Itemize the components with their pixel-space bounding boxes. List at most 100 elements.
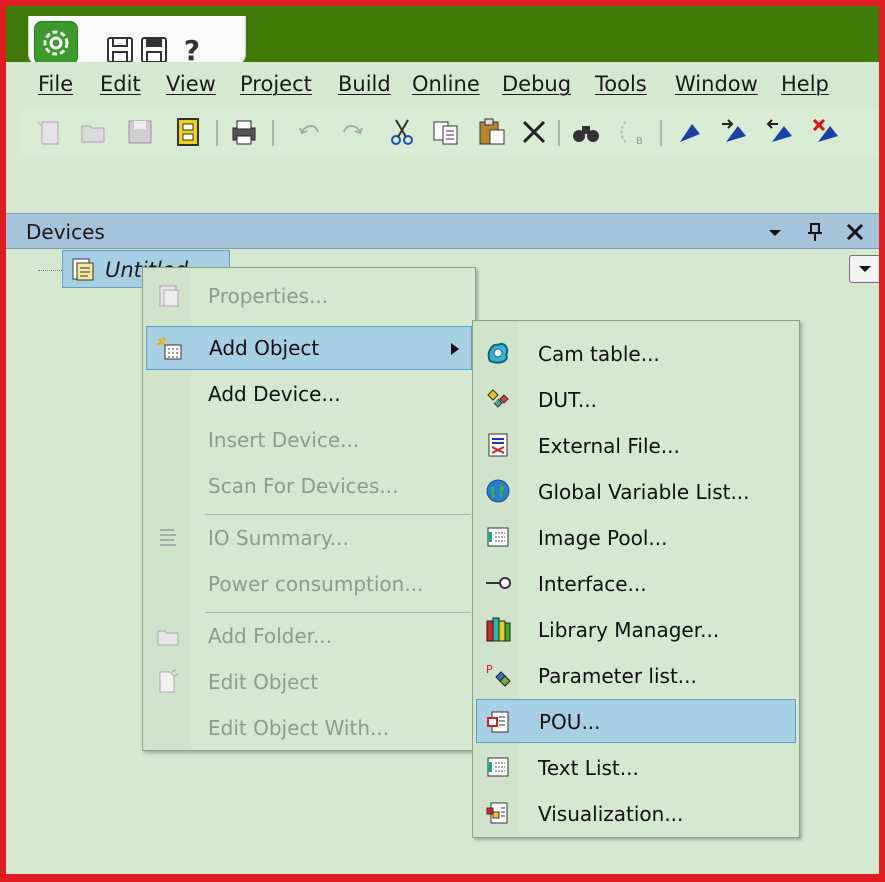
submenu-item-label: Parameter list... xyxy=(538,664,697,688)
devices-panel-header: Devices xyxy=(6,213,879,249)
menu-bar: File Edit View Project Build Online Debu… xyxy=(6,62,879,108)
undo-icon[interactable] xyxy=(294,116,326,148)
submenu-item-interface[interactable]: Interface... xyxy=(476,561,796,605)
menu-item-add-folder[interactable]: Add Folder... xyxy=(146,614,472,658)
cut-icon[interactable] xyxy=(386,116,418,148)
close-icon[interactable] xyxy=(843,220,867,244)
menu-item-edit-object[interactable]: Edit Object xyxy=(146,660,472,704)
submenu-item-text-list[interactable]: Text List... xyxy=(476,745,796,789)
project-icon xyxy=(72,258,94,281)
menu-item-label: IO Summary... xyxy=(208,526,349,550)
submenu-item-parameter-list[interactable]: P Parameter list... xyxy=(476,653,796,697)
submenu-item-label: Visualization... xyxy=(538,802,684,826)
submenu-item-label: DUT... xyxy=(538,388,597,412)
tree-connector xyxy=(38,270,64,271)
submenu-item-label: External File... xyxy=(538,434,680,458)
login-icon[interactable] xyxy=(674,116,706,148)
submenu-item-pou[interactable]: POU... xyxy=(476,699,796,743)
open-folder-icon[interactable] xyxy=(78,116,110,148)
save-toolbar-icon[interactable] xyxy=(124,116,156,148)
pin-icon[interactable] xyxy=(803,220,827,244)
toolbar-separator xyxy=(660,120,662,146)
save-archive-icon[interactable] xyxy=(172,116,204,148)
menu-item-insert-device[interactable]: Insert Device... xyxy=(146,418,472,462)
submenu-item-label: Library Manager... xyxy=(538,618,720,642)
toolbar-separator xyxy=(558,120,560,146)
menu-help[interactable]: Help xyxy=(781,72,829,96)
interface-icon xyxy=(486,577,511,589)
submenu-item-library-manager[interactable]: Library Manager... xyxy=(476,607,796,651)
external-file-icon xyxy=(488,433,508,457)
menu-item-io-summary[interactable]: IO Summary... xyxy=(146,516,472,560)
add-object-submenu: Cam table... DUT... External File... Glo… xyxy=(472,320,800,838)
menu-item-label: Add Device... xyxy=(208,382,341,406)
menu-view[interactable]: View xyxy=(166,72,216,96)
menu-window[interactable]: Window xyxy=(675,72,758,96)
menu-item-label: Edit Object xyxy=(208,670,319,694)
menu-edit[interactable]: Edit xyxy=(100,72,141,96)
svg-text:B: B xyxy=(636,136,643,147)
submenu-item-label: Global Variable List... xyxy=(538,480,750,504)
menu-file[interactable]: File xyxy=(38,72,73,96)
visualization-icon xyxy=(486,802,508,824)
window-frame: ? File Edit View Project Build Online De… xyxy=(0,0,885,882)
menu-build[interactable]: Build xyxy=(338,72,391,96)
submenu-item-image-pool[interactable]: Image Pool... xyxy=(476,515,796,559)
menu-item-edit-object-with[interactable]: Edit Object With... xyxy=(146,706,472,750)
menu-separator xyxy=(205,514,471,515)
panel-title: Devices xyxy=(26,220,105,244)
start-icon[interactable] xyxy=(764,116,796,148)
copy-icon[interactable] xyxy=(430,116,462,148)
submenu-item-label: Image Pool... xyxy=(538,526,668,550)
menu-debug[interactable]: Debug xyxy=(502,72,571,96)
image-pool-icon xyxy=(487,527,509,547)
submenu-item-external-file[interactable]: External File... xyxy=(476,423,796,467)
dut-icon xyxy=(487,389,509,408)
cam-table-icon xyxy=(487,343,509,364)
text-list-icon xyxy=(487,757,509,777)
menu-item-label: Add Folder... xyxy=(208,624,333,648)
menu-item-properties[interactable]: Properties... xyxy=(146,274,472,318)
app-logo-gear-icon[interactable] xyxy=(34,21,78,65)
menu-online[interactable]: Online xyxy=(412,72,480,96)
edit-object-icon xyxy=(159,669,179,693)
find-binoculars-icon[interactable] xyxy=(570,116,602,148)
svg-text:?: ? xyxy=(184,35,200,65)
menu-item-power-consumption[interactable]: Power consumption... xyxy=(146,562,472,606)
context-menu: Properties... Add Object Add Device... I… xyxy=(142,267,476,751)
submenu-item-global-variable-list[interactable]: Global Variable List... xyxy=(476,469,796,513)
save-all-icon[interactable] xyxy=(139,35,169,65)
new-file-icon[interactable] xyxy=(34,116,66,148)
svg-text:P: P xyxy=(486,663,493,676)
menu-project[interactable]: Project xyxy=(240,72,312,96)
help-icon[interactable]: ? xyxy=(177,35,207,65)
toolbar-separator xyxy=(216,120,218,146)
print-icon[interactable] xyxy=(228,116,260,148)
pou-icon xyxy=(487,711,509,733)
delete-icon[interactable] xyxy=(518,116,550,148)
menu-item-label: Insert Device... xyxy=(208,428,360,452)
submenu-item-label: Interface... xyxy=(538,572,647,596)
menu-item-add-device[interactable]: Add Device... xyxy=(146,372,472,416)
submenu-item-cam-table[interactable]: Cam table... xyxy=(476,331,796,375)
logout-icon[interactable] xyxy=(718,116,750,148)
parameter-list-icon: P xyxy=(486,663,511,687)
paste-icon[interactable] xyxy=(476,116,508,148)
menu-tools[interactable]: Tools xyxy=(595,72,647,96)
io-summary-icon xyxy=(160,529,176,546)
properties-icon xyxy=(159,285,179,307)
stop-icon[interactable] xyxy=(810,116,842,148)
replace-icon[interactable]: B xyxy=(616,116,648,148)
panel-dropdown-button[interactable] xyxy=(849,255,879,283)
submenu-item-label: Cam table... xyxy=(538,342,660,366)
submenu-item-label: Text List... xyxy=(538,756,639,780)
panel-menu-chevron-down-icon[interactable] xyxy=(763,220,787,244)
submenu-item-dut[interactable]: DUT... xyxy=(476,377,796,421)
redo-icon[interactable] xyxy=(336,116,368,148)
menu-item-add-object[interactable]: Add Object xyxy=(146,326,472,370)
folder-icon xyxy=(157,630,179,646)
submenu-item-visualization[interactable]: Visualization... xyxy=(476,791,796,835)
save-icon[interactable] xyxy=(105,35,135,65)
menu-item-scan-for-devices[interactable]: Scan For Devices... xyxy=(146,464,472,508)
menu-item-label: Scan For Devices... xyxy=(208,474,399,498)
